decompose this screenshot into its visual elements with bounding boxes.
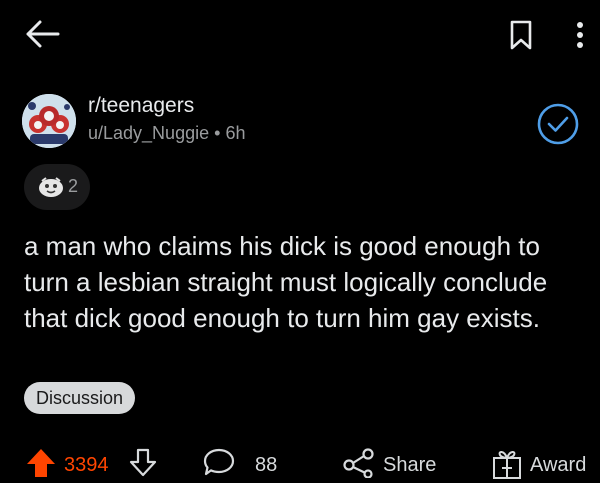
post-header: r/teenagers u/Lady_Nuggie • 6h xyxy=(22,92,582,152)
award-label: Award xyxy=(530,454,587,476)
share-button[interactable] xyxy=(342,446,376,483)
upvote-icon xyxy=(27,449,55,477)
bookmark-icon xyxy=(510,20,532,50)
more-options-button[interactable] xyxy=(568,18,592,52)
checkmark-icon xyxy=(537,103,579,145)
action-bar: 3394 88 Share Award xyxy=(0,446,600,483)
upvote-count: 3394 xyxy=(64,454,109,476)
back-button[interactable] xyxy=(22,14,62,54)
meta-separator: • xyxy=(214,123,221,143)
award-count: 2 xyxy=(68,176,79,196)
post-flair[interactable]: Discussion xyxy=(24,382,136,414)
comments-button[interactable] xyxy=(202,446,236,483)
author-name[interactable]: u/Lady_Nuggie xyxy=(88,123,209,143)
back-arrow-icon xyxy=(26,20,60,48)
comment-icon xyxy=(203,448,235,476)
award-emoji-icon xyxy=(38,176,64,198)
share-icon xyxy=(343,448,374,478)
joined-button[interactable] xyxy=(536,102,580,146)
subreddit-avatar[interactable] xyxy=(22,94,76,148)
downvote-icon xyxy=(129,448,157,477)
share-label: Share xyxy=(383,454,437,476)
more-vertical-icon xyxy=(577,22,583,48)
post-body: a man who claims his dick is good enough… xyxy=(24,231,548,333)
post-meta: u/Lady_Nuggie • 6h xyxy=(88,123,245,144)
bookmark-button[interactable] xyxy=(506,18,536,52)
subreddit-logo-icon xyxy=(22,94,76,148)
gift-icon xyxy=(493,451,521,479)
upvote-button[interactable] xyxy=(24,446,60,483)
top-bar xyxy=(0,0,600,70)
subreddit-name[interactable]: r/teenagers xyxy=(88,94,194,118)
award-button[interactable] xyxy=(490,446,524,483)
post-age: 6h xyxy=(225,123,246,143)
comment-count: 88 xyxy=(255,454,278,476)
downvote-button[interactable] xyxy=(128,446,162,483)
awards-chip[interactable]: 2 xyxy=(24,164,90,210)
